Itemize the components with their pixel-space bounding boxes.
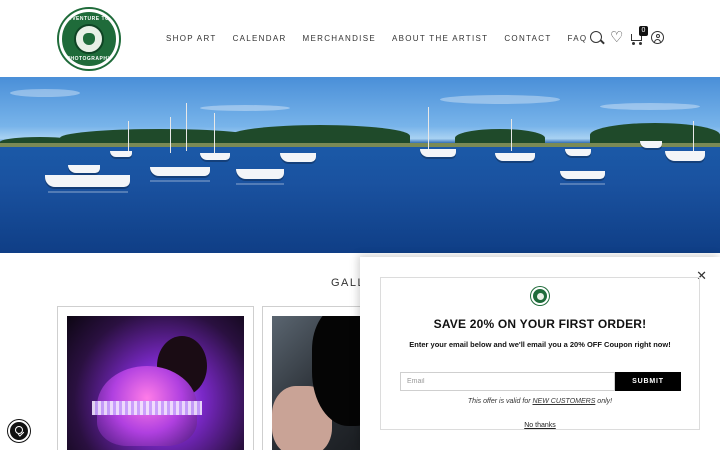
bear-icon <box>83 33 95 45</box>
nav-item-shop-art[interactable]: SHOP ART <box>166 34 217 43</box>
submit-button[interactable]: SUBMIT <box>615 372 681 391</box>
offer-prefix: This offer is valid for <box>467 398 533 405</box>
discount-popup: ✕ SAVE 20% ON YOUR FIRST ORDER! Enter yo… <box>360 257 720 450</box>
no-thanks-link[interactable]: No thanks <box>381 422 699 429</box>
site-logo[interactable]: ADVENTURE TOM PHOTOGRAPHY <box>59 9 119 69</box>
nav-item-calendar[interactable]: CALENDAR <box>233 34 287 43</box>
offer-suffix: only! <box>595 398 613 405</box>
heart-icon[interactable]: ♡ <box>610 30 626 46</box>
site-header: ADVENTURE TOM PHOTOGRAPHY SHOP ART CALEN… <box>0 0 720 77</box>
popup-logo <box>531 287 549 305</box>
nav-item-merchandise[interactable]: MERCHANDISE <box>303 34 376 43</box>
hero-harbor-image <box>0 77 720 253</box>
cart-count-badge: 0 <box>639 26 648 36</box>
accessibility-icon[interactable] <box>8 420 30 442</box>
nav-item-contact[interactable]: CONTACT <box>504 34 551 43</box>
header-icons: ♡ 0 <box>589 26 669 48</box>
email-field[interactable] <box>400 372 615 391</box>
popup-content: SAVE 20% ON YOUR FIRST ORDER! Enter your… <box>380 277 700 430</box>
main-nav: SHOP ART CALENDAR MERCHANDISE ABOUT THE … <box>166 34 603 43</box>
offer-note: This offer is valid for NEW CUSTOMERS on… <box>381 398 699 405</box>
logo-text-top: ADVENTURE TOM <box>63 16 115 22</box>
popup-subtitle: Enter your email below and we'll email y… <box>409 340 671 349</box>
account-icon[interactable] <box>650 30 666 46</box>
cart-icon[interactable]: 0 <box>630 26 648 46</box>
gallery-image[interactable] <box>67 316 244 450</box>
gallery-card[interactable] <box>57 306 254 450</box>
search-icon[interactable] <box>589 30 605 46</box>
logo-emblem <box>74 24 104 54</box>
popup-title: SAVE 20% ON YOUR FIRST ORDER! <box>433 317 647 331</box>
new-customers-link[interactable]: NEW CUSTOMERS <box>532 398 595 405</box>
nav-item-about-the-artist[interactable]: ABOUT THE ARTIST <box>392 34 488 43</box>
nav-item-faq[interactable]: FAQ <box>568 34 588 43</box>
logo-text-bottom: PHOTOGRAPHY <box>66 56 112 62</box>
